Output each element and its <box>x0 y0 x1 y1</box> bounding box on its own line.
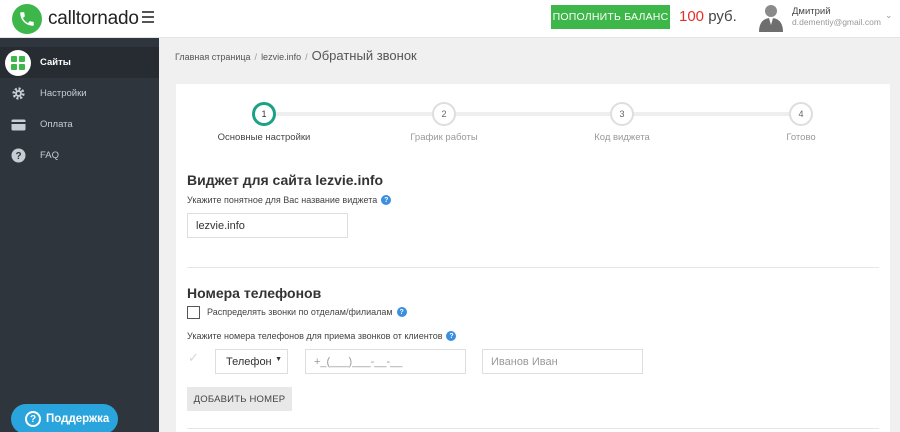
distribute-calls-label-text: Распределять звонки по отделам/филиалам <box>207 307 393 317</box>
sites-grid-icon <box>5 49 31 76</box>
sidebar-item-payment[interactable]: Оплата <box>0 109 159 140</box>
phone-numbers-label: Укажите номера телефонов для приема звон… <box>187 331 457 341</box>
section-divider <box>187 267 879 268</box>
user-name[interactable]: Дмитрий <box>792 6 831 17</box>
contact-name-input[interactable] <box>482 349 643 374</box>
help-icon[interactable]: ? <box>446 331 457 341</box>
breadcrumb-site-link[interactable]: lezvie.info <box>261 52 301 62</box>
breadcrumb-separator: / <box>254 52 258 62</box>
widget-name-label-text: Укажите понятное для Вас название виджет… <box>187 195 378 205</box>
caret-down-icon: ▼ <box>275 356 282 363</box>
sidebar-item-sites[interactable]: Сайты <box>0 47 159 78</box>
add-number-button[interactable]: ДОБАВИТЬ НОМЕР <box>187 387 292 411</box>
sidebar-item-label: Настройки <box>40 88 87 99</box>
sidebar-item-label: FAQ <box>40 150 60 161</box>
support-button[interactable]: ? Поддержка <box>11 404 118 432</box>
chevron-down-icon[interactable]: ⌄ <box>885 10 893 21</box>
step-4-label: Готово <box>786 132 816 143</box>
help-icon[interactable]: ? <box>381 195 392 205</box>
gear-icon <box>10 86 26 102</box>
brand-name: calltornado <box>48 8 139 29</box>
user-avatar-icon[interactable] <box>758 2 784 32</box>
user-email[interactable]: d.dementiy@gmail.com <box>792 17 881 27</box>
widget-section-title: Виджет для сайта lezvie.info <box>187 172 384 188</box>
phone-type-select[interactable]: Телефон ▼ <box>215 349 288 374</box>
menu-toggle-icon[interactable] <box>142 11 154 26</box>
support-label: Поддержка <box>46 413 110 425</box>
widget-name-input[interactable] <box>187 213 348 238</box>
sidebar-item-label: Оплата <box>40 119 73 130</box>
widget-name-label: Укажите понятное для Вас название виджет… <box>187 195 392 205</box>
page-title: Обратный звонок <box>311 48 417 63</box>
sidebar-item-label: Сайты <box>40 57 71 68</box>
question-circle-icon: ? <box>10 148 26 164</box>
breadcrumb: Главная страница / lezvie.info / Обратны… <box>175 48 417 63</box>
brand-logo[interactable]: calltornado <box>12 4 139 34</box>
distribute-calls-label[interactable]: Распределять звонки по отделам/филиалам … <box>207 307 407 317</box>
question-icon: ? <box>25 411 41 427</box>
svg-text:?: ? <box>15 151 21 162</box>
help-icon[interactable]: ? <box>396 307 407 317</box>
phones-section-title: Номера телефонов <box>187 285 322 301</box>
balance-currency: руб. <box>708 8 737 25</box>
step-1-indicator[interactable]: 1 <box>252 102 276 126</box>
breadcrumb-home-link[interactable]: Главная страница <box>175 52 251 62</box>
top-header: calltornado ПОПОЛНИТЬ БАЛАНС 100 руб. Дм… <box>0 0 900 38</box>
step-3-label: Код виджета <box>594 132 650 143</box>
balance-display: 100 руб. <box>679 8 737 25</box>
phone-numbers-label-text: Укажите номера телефонов для приема звон… <box>187 331 443 341</box>
sidebar-item-settings[interactable]: Настройки <box>0 78 159 109</box>
step-2-label: График работы <box>410 132 478 143</box>
phone-type-value: Телефон <box>226 355 272 368</box>
step-3-indicator[interactable]: 3 <box>610 102 634 126</box>
step-4-indicator[interactable]: 4 <box>789 102 813 126</box>
balance-amount: 100 <box>679 8 705 25</box>
breadcrumb-separator: / <box>305 52 308 62</box>
check-icon: ✓ <box>188 350 199 365</box>
distribute-calls-checkbox[interactable] <box>187 306 200 319</box>
step-1-label: Основные настройки <box>217 132 311 143</box>
top-up-balance-button[interactable]: ПОПОЛНИТЬ БАЛАНС <box>551 5 670 29</box>
section-divider <box>187 428 879 429</box>
step-2-indicator[interactable]: 2 <box>432 102 456 126</box>
sidebar-item-faq[interactable]: ? FAQ <box>0 140 159 171</box>
credit-card-icon <box>10 117 26 133</box>
phone-number-input[interactable] <box>305 349 466 374</box>
phone-icon <box>12 4 42 34</box>
stepper-track <box>276 112 802 116</box>
